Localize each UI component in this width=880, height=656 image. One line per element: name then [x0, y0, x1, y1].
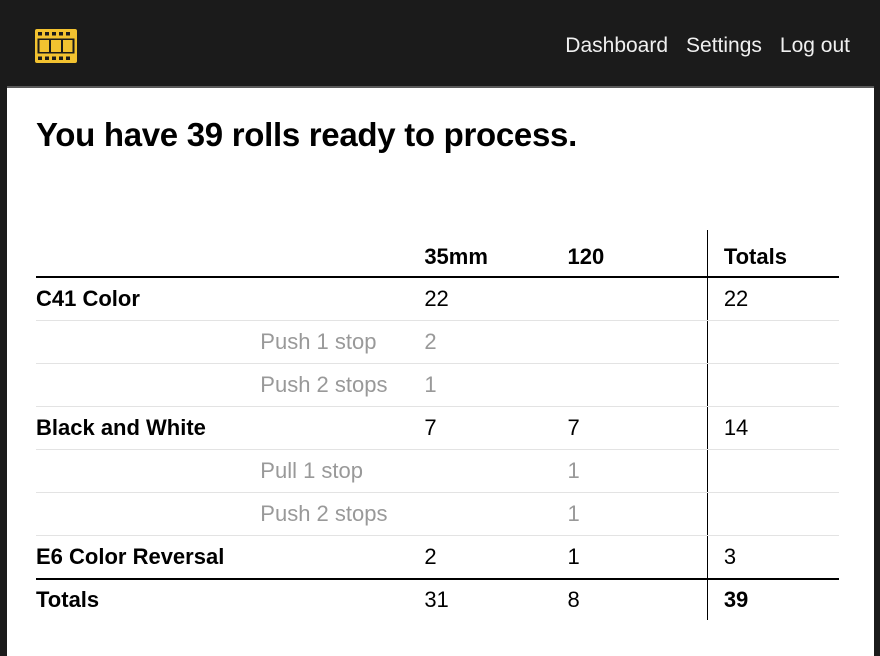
row-120-count	[567, 277, 708, 321]
row-modifier	[260, 406, 425, 450]
row-total	[706, 449, 839, 493]
row-total: 14	[706, 406, 839, 450]
row-total	[706, 320, 839, 364]
table-row: E6 Color Reversal 2 1 3	[36, 535, 839, 580]
row-35mm-count: 1	[424, 363, 568, 407]
nav-logout-link[interactable]: Log out	[780, 34, 850, 58]
table-row: Black and White 7 7 14	[36, 406, 839, 450]
totals-modifier	[260, 579, 424, 620]
row-modifier: Pull 1 stop	[260, 449, 425, 493]
row-total: 3	[706, 535, 839, 579]
page-title: You have 39 rolls ready to process.	[36, 116, 577, 153]
row-total	[706, 363, 839, 407]
row-35mm-count: 2	[424, 320, 568, 364]
row-120-count	[567, 363, 708, 407]
table-row: Push 2 stops 1	[36, 492, 839, 536]
header-totals: Totals	[706, 230, 839, 277]
row-process	[36, 492, 261, 536]
row-modifier: Push 2 stops	[260, 492, 425, 536]
row-process: C41 Color	[36, 277, 261, 321]
header-process	[36, 230, 260, 277]
rolls-table: 35mm 120 Totals C41 Color 22 22 Push 1 s…	[36, 230, 839, 620]
row-modifier: Push 2 stops	[260, 363, 425, 407]
row-35mm-count	[424, 492, 568, 536]
totals-120: 8	[567, 587, 580, 612]
nav-links: Dashboard Settings Log out	[565, 34, 850, 58]
table-row: C41 Color 22 22	[36, 277, 839, 321]
table-header-row: 35mm 120 Totals	[36, 230, 839, 277]
totals-35mm: 31	[424, 587, 449, 612]
nav-dashboard-link[interactable]: Dashboard	[565, 34, 668, 58]
table-row: Push 1 stop 2	[36, 320, 839, 364]
header-modifier	[260, 230, 424, 277]
row-modifier	[260, 277, 425, 321]
grand-total: 39	[706, 579, 839, 620]
table-totals-row: Totals 31 8 39	[36, 579, 839, 620]
film-strip-icon[interactable]	[35, 29, 77, 63]
row-total: 22	[706, 277, 839, 321]
row-35mm-count: 7	[424, 406, 568, 450]
row-total	[706, 492, 839, 536]
row-120-count	[567, 320, 708, 364]
nav-settings-link[interactable]: Settings	[686, 34, 762, 58]
row-35mm-count	[424, 449, 568, 493]
row-120-count: 1	[567, 449, 708, 493]
row-120-count: 1	[567, 492, 708, 536]
row-process: Black and White	[36, 406, 261, 450]
row-process	[36, 320, 261, 364]
row-35mm-count: 2	[424, 544, 437, 569]
row-modifier: Push 1 stop	[260, 320, 425, 364]
row-process: E6 Color Reversal	[36, 544, 225, 569]
table-row: Pull 1 stop 1	[36, 449, 839, 493]
row-120-count: 7	[567, 406, 708, 450]
header-120: 120	[567, 244, 605, 269]
row-modifier	[260, 536, 424, 580]
top-navbar: Dashboard Settings Log out	[7, 8, 874, 88]
row-process	[36, 363, 261, 407]
totals-label: Totals	[36, 587, 100, 612]
row-process	[36, 449, 261, 493]
app-window: Dashboard Settings Log out You have 39 r…	[7, 8, 874, 656]
header-35mm: 35mm	[424, 244, 488, 269]
row-120-count: 1	[567, 544, 580, 569]
table-row: Push 2 stops 1	[36, 363, 839, 407]
row-35mm-count: 22	[424, 277, 568, 321]
